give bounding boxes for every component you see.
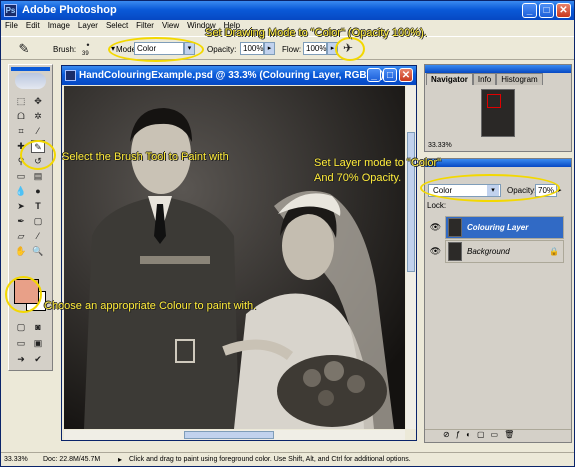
close-button[interactable]: ✕ xyxy=(556,3,571,18)
status-hint: Click and drag to paint using foreground… xyxy=(129,456,411,463)
feather-logo xyxy=(15,73,46,89)
wedding-photo xyxy=(64,86,405,429)
title-bar[interactable]: Ps Adobe Photoshop _ □ ✕ xyxy=(1,1,574,20)
lock-icon: 🔒 xyxy=(549,247,559,256)
swatch-callout-ring xyxy=(5,276,42,313)
brush-preset-icon[interactable]: ✎ xyxy=(17,42,31,55)
status-doc-size: Doc: 22.8M/45.7M xyxy=(43,456,101,463)
hand-icon[interactable]: ✋ xyxy=(14,245,28,258)
document-window: HandColouringExample.psd @ 33.3% (Colour… xyxy=(61,65,417,441)
pen-icon[interactable]: ✒ xyxy=(14,215,28,228)
layers-panel-grip[interactable] xyxy=(425,159,571,167)
horizontal-scrollbar[interactable] xyxy=(64,430,405,440)
layers-footer-buttons[interactable]: ⊘ƒ◐▢▭🗑 xyxy=(425,429,571,442)
layer-name: Colouring Layer xyxy=(467,223,529,232)
full-screen-icon[interactable]: ▣ xyxy=(31,337,45,350)
menu-filter[interactable]: Filter xyxy=(132,20,158,30)
zoom-icon[interactable]: 🔍 xyxy=(31,245,45,258)
navigator-panel: Navigator Info Histogram 33.33% xyxy=(424,64,572,152)
dodge-icon[interactable]: ● xyxy=(31,185,45,198)
shape-icon[interactable]: ▢ xyxy=(31,215,45,228)
gradient-icon[interactable]: ▤ xyxy=(31,170,45,183)
standard-mode-icon[interactable]: ▢ xyxy=(14,321,28,334)
navigator-tabs: Navigator Info Histogram xyxy=(426,73,543,85)
tab-navigator[interactable]: Navigator xyxy=(426,73,473,85)
layer-background[interactable]: Background 🔒 xyxy=(445,240,564,263)
brush-label: Brush: xyxy=(53,45,77,54)
airbrush-callout-ring xyxy=(335,37,365,61)
app-title: Adobe Photoshop xyxy=(22,4,117,16)
screen-mode-icon[interactable]: ▭ xyxy=(14,337,28,350)
brush-tool-annotation: Select the Brush Tool to Paint with xyxy=(62,151,229,163)
navigator-zoom: 33.33% xyxy=(428,142,452,149)
eraser-icon[interactable]: ▭ xyxy=(14,170,28,183)
doc-minimize-button[interactable]: _ xyxy=(367,68,381,82)
tab-info[interactable]: Info xyxy=(472,73,497,85)
layer-name: Background xyxy=(467,247,510,256)
marquee-icon[interactable]: ⬚ xyxy=(14,95,28,108)
vertical-scrollbar[interactable] xyxy=(406,86,416,429)
navigator-panel-grip[interactable] xyxy=(425,65,571,73)
drawing-mode-annotation: Set Drawing Mode to "Color" (Opacity 100… xyxy=(205,27,427,39)
layer-mode-annotation-1: Set Layer mode to "Color" xyxy=(314,157,442,169)
flow-label: Flow: xyxy=(282,45,302,54)
menu-edit[interactable]: Edit xyxy=(22,20,44,30)
maximize-button[interactable]: □ xyxy=(539,3,554,18)
layer-colouring[interactable]: Colouring Layer xyxy=(445,216,564,239)
status-arrow-icon[interactable]: ▸ xyxy=(118,455,122,464)
flow-input[interactable]: 100% xyxy=(303,42,327,55)
crop-icon[interactable]: ⌗ xyxy=(14,125,28,138)
menu-file[interactable]: File xyxy=(1,20,22,30)
mode-callout-ring xyxy=(108,37,204,62)
menu-select[interactable]: Select xyxy=(102,20,132,30)
photoshop-window: Ps Adobe Photoshop _ □ ✕ File Edit Image La… xyxy=(0,0,575,467)
layer-thumbnail xyxy=(448,242,462,261)
menu-image[interactable]: Image xyxy=(44,20,74,30)
colour-annotation: Choose an appropriate Colour to paint wi… xyxy=(44,300,257,312)
image-canvas[interactable] xyxy=(64,86,405,429)
toolbox-grip[interactable] xyxy=(11,67,50,71)
status-zoom: 33.33% xyxy=(4,456,28,463)
opacity-slider-icon[interactable]: ▸ xyxy=(264,42,275,55)
document-icon xyxy=(65,70,76,81)
status-bar: 33.33% Doc: 22.8M/45.7M ▸ Click and drag… xyxy=(1,452,574,466)
jump-icon[interactable]: ✔ xyxy=(31,353,45,366)
menu-layer[interactable]: Layer xyxy=(74,20,102,30)
notes-icon[interactable]: ▱ xyxy=(14,230,28,243)
blur-icon[interactable]: 💧 xyxy=(14,185,28,198)
imageready-icon[interactable]: ➜ xyxy=(14,353,28,366)
quick-mask-icon[interactable]: ◙ xyxy=(31,321,45,334)
layer-mode-annotation-2: And 70% Opacity. xyxy=(314,172,402,184)
navigator-view-box[interactable] xyxy=(487,94,501,108)
document-title: HandColouringExample.psd @ 33.3% (Colour… xyxy=(79,70,384,81)
toolbox: ⬚ ✥ ᗝ ✲ ⌗ ⁄ ✚ ✎ ⚲ ↺ ▭ ▤ 💧 ● ➤ T ✒ ▢ ▱ ⁄ … xyxy=(8,64,53,371)
eye-icon[interactable]: 👁 xyxy=(429,216,442,239)
brush-callout-ring xyxy=(20,140,56,170)
move-icon[interactable]: ✥ xyxy=(31,95,45,108)
brush-size: 39 xyxy=(82,51,89,57)
layer-mode-callout-ring xyxy=(420,174,560,202)
path-select-icon[interactable]: ➤ xyxy=(14,200,28,213)
slice-icon[interactable]: ⁄ xyxy=(31,125,45,138)
menu-view[interactable]: View xyxy=(158,20,183,30)
lasso-icon[interactable]: ᗝ xyxy=(14,110,28,123)
type-icon[interactable]: T xyxy=(31,200,45,213)
document-title-bar[interactable]: HandColouringExample.psd @ 33.3% (Colour… xyxy=(62,66,416,85)
horizontal-scroll-thumb[interactable] xyxy=(184,431,274,439)
opacity-input[interactable]: 100% xyxy=(240,42,264,55)
eye-icon[interactable]: 👁 xyxy=(429,240,442,263)
doc-maximize-button[interactable]: □ xyxy=(383,68,397,82)
vertical-scroll-thumb[interactable] xyxy=(407,132,415,272)
opacity-label: Opacity: xyxy=(207,45,237,54)
tab-histogram[interactable]: Histogram xyxy=(496,73,543,85)
lock-label: Lock: xyxy=(427,201,447,210)
navigator-thumbnail[interactable] xyxy=(481,89,515,137)
minimize-button[interactable]: _ xyxy=(522,3,537,18)
eyedropper-icon[interactable]: ⁄ xyxy=(31,230,45,243)
layer-thumbnail xyxy=(448,218,462,237)
magic-wand-icon[interactable]: ✲ xyxy=(31,110,45,123)
doc-close-button[interactable]: ✕ xyxy=(399,68,413,82)
options-bar: ✎ Brush: • 39 ▾ Mode: Color ▾ Opacity: 1… xyxy=(1,36,574,60)
photoshop-icon: Ps xyxy=(4,4,17,17)
